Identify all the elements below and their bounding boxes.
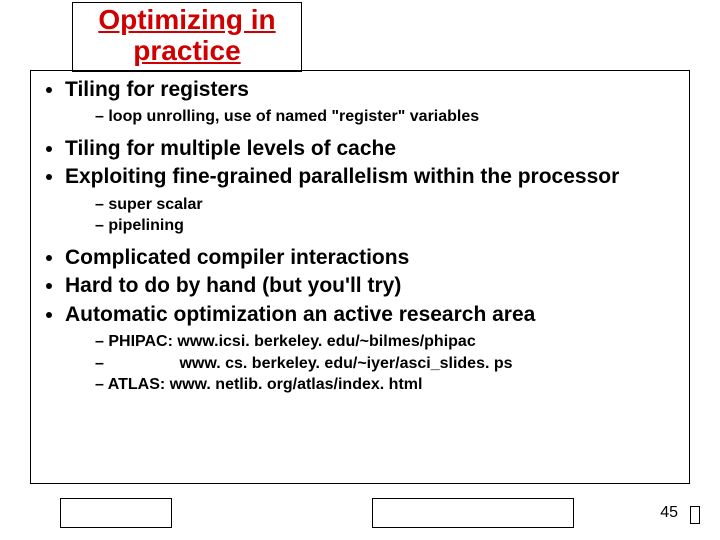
sub-bullet: pipelining [95,216,677,237]
sub-list: PHIPAC: www.icsi. berkeley. edu/~bilmes/… [65,332,677,396]
sub-bullet: PHIPAC: www.icsi. berkeley. edu/~bilmes/… [95,332,677,353]
bullet-text: Exploiting fine-grained parallelism with… [65,165,619,188]
bullet-list: Tiling for registers loop unrolling, use… [43,77,677,396]
bullet-text: Tiling for registers [65,78,249,101]
footer-marker [690,506,700,524]
slide-body: Tiling for registers loop unrolling, use… [30,70,690,484]
footer-placeholder-center [372,498,574,528]
sub-bullet: super scalar [95,195,677,216]
bullet-item: Tiling for registers loop unrolling, use… [65,77,677,128]
page-number: 45 [660,504,678,522]
sub-bullet: ATLAS: www. netlib. org/atlas/index. htm… [95,375,677,396]
bullet-item: Tiling for multiple levels of cache [65,136,677,162]
bullet-item: Hard to do by hand (but you'll try) [65,273,677,299]
bullet-item: Automatic optimization an active researc… [65,302,677,397]
bullet-text: Automatic optimization an active researc… [65,303,535,326]
sub-bullet: www. cs. berkeley. edu/~iyer/asci_slides… [95,354,677,375]
bullet-item: Complicated compiler interactions [65,245,677,271]
sub-list: loop unrolling, use of named "register" … [65,107,677,128]
bullet-item: Exploiting fine-grained parallelism with… [65,164,677,237]
sub-list: super scalar pipelining [65,195,677,238]
slide-title: Optimizing in practice [72,2,302,72]
sub-bullet: loop unrolling, use of named "register" … [95,107,677,128]
footer-placeholder-left [60,498,172,528]
